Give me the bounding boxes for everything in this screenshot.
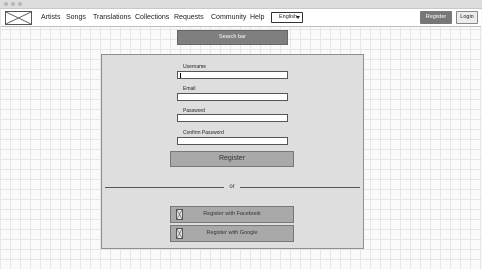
window-maximize-dot[interactable] <box>18 2 22 6</box>
nav-link-community[interactable]: Community <box>211 13 246 23</box>
register-with-facebook-button[interactable]: Register with Facebook <box>170 206 294 223</box>
email-input[interactable] <box>177 93 288 101</box>
facebook-button-label: Register with Facebook <box>203 211 261 217</box>
nav-link-help[interactable]: Help <box>250 13 264 23</box>
or-separator: or <box>229 184 235 190</box>
username-label: Username <box>183 64 207 70</box>
logo-placeholder-icon[interactable] <box>5 11 32 25</box>
divider-right <box>240 187 360 188</box>
nav-link-songs[interactable]: Songs <box>66 13 86 23</box>
login-nav-button[interactable]: Login <box>456 11 478 24</box>
window-titlebar <box>0 0 482 9</box>
password-input[interactable] <box>177 114 288 122</box>
nav-link-requests[interactable]: Requests <box>174 13 204 23</box>
username-input[interactable] <box>177 71 288 79</box>
confirm-password-label: Confirm Password <box>183 130 224 136</box>
register-submit-button[interactable]: Register <box>170 151 294 167</box>
divider-left <box>105 187 224 188</box>
register-with-google-button[interactable]: Register with Google <box>170 225 294 242</box>
nav-link-translations[interactable]: Translations <box>93 13 131 23</box>
search-bar[interactable]: Search bar <box>177 30 288 45</box>
text-cursor <box>180 73 181 78</box>
nav-link-artists[interactable]: Artists <box>41 13 60 23</box>
facebook-placeholder-icon <box>176 209 183 220</box>
confirm-password-input[interactable] <box>177 137 288 145</box>
nav-link-collections[interactable]: Collections <box>135 13 169 23</box>
top-navbar: Artists Songs Translations Collections R… <box>1 9 481 27</box>
language-select[interactable]: English <box>271 12 303 23</box>
language-select-value: English <box>279 14 298 20</box>
caret-down-icon <box>296 16 300 19</box>
window-minimize-dot[interactable] <box>11 2 15 6</box>
email-label: Email <box>183 86 196 92</box>
google-placeholder-icon <box>176 228 183 239</box>
window-close-dot[interactable] <box>4 2 8 6</box>
register-nav-button[interactable]: Register <box>420 11 452 24</box>
google-button-label: Register with Google <box>206 230 258 236</box>
